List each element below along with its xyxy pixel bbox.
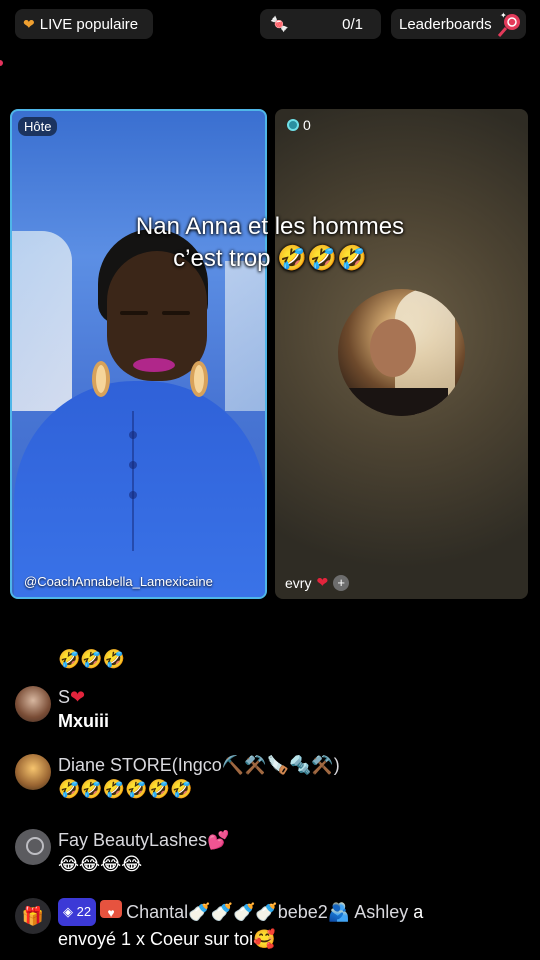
guest-video-panel[interactable]: 0 evry ❤ + (275, 109, 528, 599)
guest-name-tag[interactable]: evry ❤ + (285, 574, 350, 591)
comment-item[interactable]: S❤ Mxuiii (15, 686, 530, 734)
comment-item[interactable]: Diane STORE(Ingco⛏️⚒️🪚🔩⚒️) 🤣🤣🤣🤣🤣🤣 (15, 754, 530, 802)
level-badge: ♥ (100, 900, 123, 920)
guest-viewer-count: 0 (303, 117, 311, 133)
viewer-dot-icon (287, 119, 299, 131)
comment-message: 🤣🤣🤣 (58, 649, 126, 669)
comment-author[interactable]: S❤ (58, 686, 109, 708)
popular-heart-icon: ❤ (23, 15, 35, 32)
shirt-button (129, 461, 137, 469)
comment-item[interactable]: Fay BeautyLashes💕 😂😂😂😂 (15, 829, 530, 877)
leaderboards-button[interactable]: Leaderboards ✦ (391, 9, 526, 39)
gift-goal-icon: 🍬 (270, 16, 289, 33)
video-caption: Nan Anna et les hommes c’est trop 🤣🤣🤣 (0, 211, 540, 275)
host-shirt (14, 381, 265, 597)
gift-goal-button[interactable]: 🍬 0/1 (260, 9, 381, 39)
host-eye (162, 311, 190, 315)
notification-dot (0, 60, 3, 66)
host-video-panel[interactable]: Hôte @CoachAnnabella_Lamexicaine (10, 109, 267, 599)
shirt-button (129, 491, 137, 499)
follow-plus-button[interactable]: + (333, 574, 350, 591)
live-popular-button[interactable]: ❤ LIVE populaire (15, 9, 153, 39)
comment-message: Mxuiii (58, 711, 110, 731)
lollipop-icon: ✦ (497, 11, 520, 37)
avatar[interactable] (15, 686, 51, 722)
svg-text:✦: ✦ (500, 11, 507, 20)
gift-sender-name[interactable]: Chantal🍼🍼🍼🍼bebe2🫂 Ashley (126, 902, 408, 922)
host-lips (133, 358, 175, 372)
caption-line-2: c’est trop 🤣🤣🤣 (173, 245, 367, 272)
gift-icon: 🎁 (15, 898, 51, 934)
heart-icon: ❤ (316, 574, 329, 590)
comment-continuation: 🤣🤣🤣 (58, 646, 530, 672)
comment-message: 🤣🤣🤣🤣🤣🤣 (58, 779, 193, 799)
guest-avatar[interactable] (338, 289, 465, 416)
host-badge: Hôte (18, 117, 58, 136)
shirt-button (129, 431, 137, 439)
gift-goal-count: 0/1 (342, 15, 363, 33)
avatar[interactable] (15, 829, 51, 865)
live-popular-label: LIVE populaire (39, 15, 139, 33)
avatar[interactable] (15, 754, 51, 790)
guest-viewer-badge: 0 (281, 115, 317, 135)
caption-line-1: Nan Anna et les hommes (135, 213, 405, 240)
host-eye (120, 311, 148, 315)
host-username[interactable]: @CoachAnnabella_Lamexicaine (24, 574, 213, 589)
comment-message: 😂😂😂😂 (58, 854, 143, 874)
heart-icon: ❤ (70, 687, 86, 707)
guest-username: evry (285, 574, 312, 591)
comment-author[interactable]: Fay BeautyLashes💕 (58, 829, 230, 851)
gift-notification[interactable]: 🎁 ◈ 22 ♥ Chantal🍼🍼🍼🍼bebe2🫂 Ashley a envoyé… (15, 898, 530, 952)
host-earring (92, 361, 110, 397)
car-window-right (225, 261, 265, 411)
host-earring (190, 361, 208, 397)
leaderboards-label: Leaderboards (399, 15, 492, 33)
rank-badge: ◈ 22 (58, 898, 97, 926)
comment-author[interactable]: Diane STORE(Ingco⛏️⚒️🪚🔩⚒️) (58, 754, 340, 776)
